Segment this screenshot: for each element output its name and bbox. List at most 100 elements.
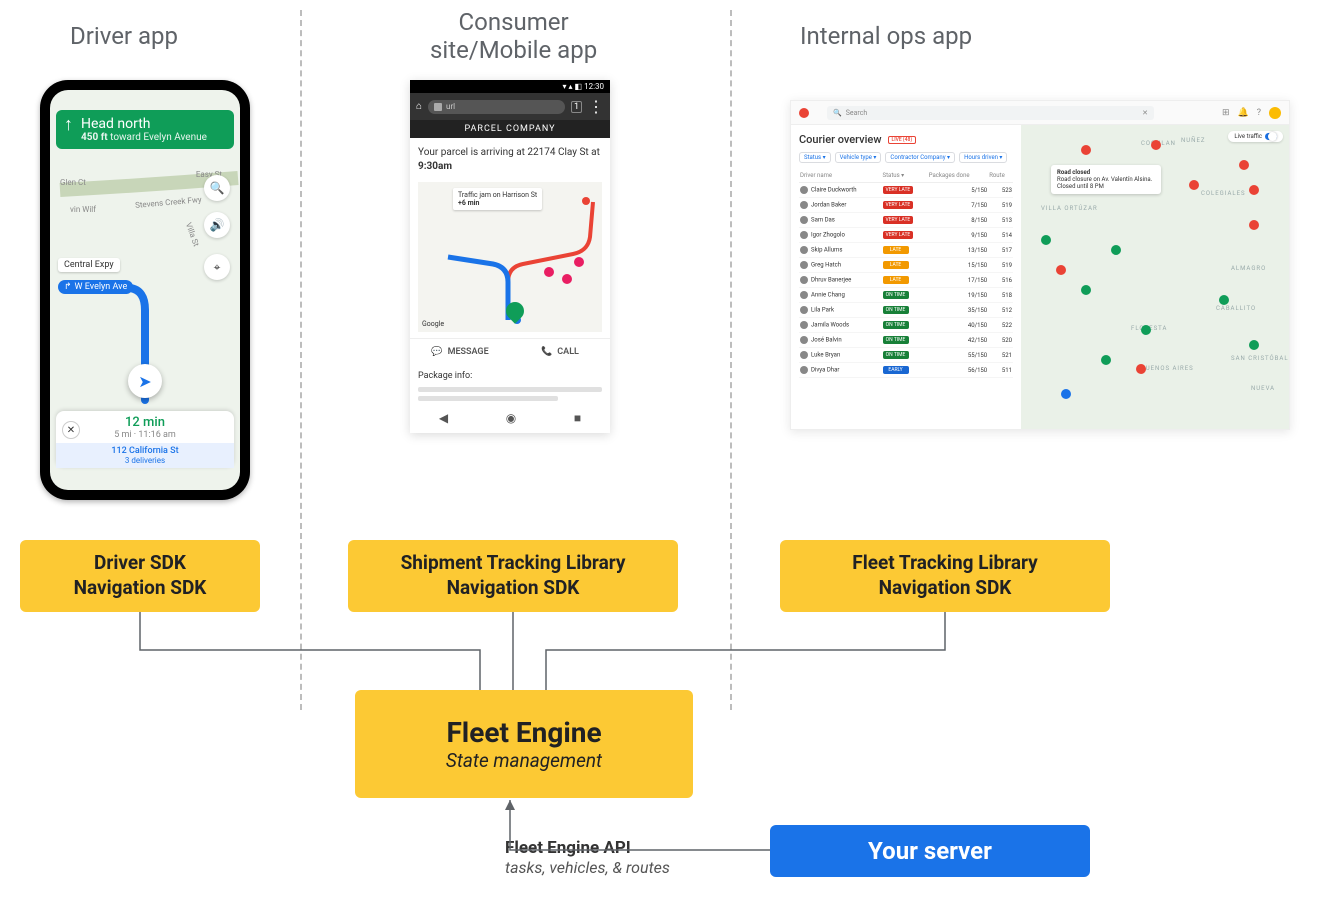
avatar bbox=[800, 336, 808, 344]
avatar bbox=[800, 201, 808, 209]
divider-1 bbox=[300, 10, 302, 710]
status-bar: ▾ ▴ ◧ 12:30 bbox=[410, 80, 610, 93]
ops-dashboard: 🔍Search✕ ⊞ 🔔 ? Courier overviewLIVE (48)… bbox=[790, 100, 1290, 430]
home-icon[interactable]: ⌂ bbox=[416, 101, 422, 112]
route-chip-text: W Evelyn Ave bbox=[75, 282, 128, 292]
map-pin bbox=[1056, 265, 1066, 275]
parcel-msg-time: 9:30am bbox=[418, 160, 602, 174]
filter-pill[interactable]: Vehicle type ▾ bbox=[835, 152, 882, 163]
volume-icon[interactable]: 🔊 bbox=[204, 212, 230, 238]
parcel-message: Your parcel is arriving at 22174 Clay St… bbox=[410, 138, 610, 182]
android-nav: ◀ ◉ ■ bbox=[410, 405, 610, 433]
call-button[interactable]: 📞CALL bbox=[510, 339, 610, 365]
back-icon[interactable]: ◀ bbox=[439, 411, 448, 425]
pink-marker bbox=[574, 257, 584, 267]
central-expy-chip: Central Expy bbox=[58, 258, 120, 272]
fleet-engine-api-label: Fleet Engine API tasks, vehicles, & rout… bbox=[505, 838, 670, 877]
area-label: CABALLITO bbox=[1216, 305, 1256, 312]
street-label: Glen Ct bbox=[60, 178, 86, 187]
filter-pill[interactable]: Contractor Company ▾ bbox=[885, 152, 955, 163]
avatar[interactable] bbox=[1269, 107, 1281, 119]
table-row[interactable]: Sam DasVERY LATE8/150513 bbox=[799, 213, 1013, 228]
table-row[interactable]: Skip AllumsLATE13/150517 bbox=[799, 243, 1013, 258]
avatar bbox=[800, 366, 808, 374]
table-row[interactable]: Dhruv BanerjeeLATE17/150516 bbox=[799, 273, 1013, 288]
driver-sdk-line2: Navigation SDK bbox=[74, 576, 207, 601]
table-header[interactable]: Status ▾ bbox=[882, 169, 928, 183]
home-circle-icon[interactable]: ◉ bbox=[506, 411, 516, 425]
fleet-lib-line2: Navigation SDK bbox=[879, 576, 1012, 601]
eta-card: ✕ 12 min 5 mi · 11:16 am 112 California … bbox=[56, 411, 234, 468]
table-header[interactable]: Route bbox=[988, 169, 1013, 183]
map-pin bbox=[1061, 389, 1071, 399]
turn-icon: ↱ bbox=[64, 282, 72, 292]
close-icon[interactable]: ✕ bbox=[62, 421, 80, 439]
status-badge: ON TIME bbox=[883, 291, 909, 299]
toggle-icon bbox=[1265, 133, 1277, 140]
search-icon[interactable]: 🔍 bbox=[204, 175, 230, 201]
table-row[interactable]: Annie ChangON TIME19/150518 bbox=[799, 288, 1013, 303]
table-row[interactable]: Greg HatchLATE15/150519 bbox=[799, 258, 1013, 273]
nav-banner: ↑ Head north 450 ft toward Evelyn Avenue bbox=[56, 110, 234, 149]
table-header[interactable]: Driver name bbox=[799, 169, 882, 183]
ops-search[interactable]: 🔍Search✕ bbox=[827, 106, 1154, 120]
table-row[interactable]: Jamila WoodsON TIME40/150522 bbox=[799, 318, 1013, 333]
road-closed-card: Road closedRoad closure on Av. Valentín … bbox=[1051, 165, 1161, 194]
driver-phone: ↑ Head north 450 ft toward Evelyn Avenue… bbox=[40, 80, 250, 500]
help-icon[interactable]: ? bbox=[1257, 108, 1261, 118]
ops-topbar: 🔍Search✕ ⊞ 🔔 ? bbox=[791, 101, 1289, 125]
phone-icon: 📞 bbox=[541, 347, 552, 357]
url-bar[interactable]: url bbox=[428, 100, 565, 114]
map-pin bbox=[1041, 235, 1051, 245]
your-server-label: Your server bbox=[868, 837, 992, 865]
filter-pill[interactable]: Hours driven ▾ bbox=[959, 152, 1007, 163]
table-row[interactable]: Igor ZhogoloVERY LATE9/150514 bbox=[799, 228, 1013, 243]
table-header[interactable]: Packages done bbox=[928, 169, 988, 183]
bell-icon[interactable]: 🔔 bbox=[1238, 108, 1249, 118]
table-row[interactable]: Claire DuckworthVERY LATE5/150523 bbox=[799, 183, 1013, 198]
ops-title: Courier overviewLIVE (48) bbox=[799, 133, 1013, 146]
status-badge: ON TIME bbox=[883, 321, 909, 329]
brand-dot bbox=[799, 108, 809, 118]
live-traffic-toggle[interactable]: Live traffic bbox=[1228, 131, 1283, 142]
apps-icon[interactable]: ⊞ bbox=[1222, 108, 1230, 118]
title-consumer: Consumer site/Mobile app bbox=[430, 8, 597, 64]
status-badge: LATE bbox=[883, 276, 909, 284]
table-row[interactable]: Divya DharEARLY56/150511 bbox=[799, 363, 1013, 378]
nav-direction: Head north bbox=[81, 116, 207, 132]
status-badge: ON TIME bbox=[883, 351, 909, 359]
avatar bbox=[800, 351, 808, 359]
map-pin bbox=[1111, 245, 1121, 255]
map-pin bbox=[1136, 364, 1146, 374]
map-pin bbox=[1189, 180, 1199, 190]
recents-icon[interactable]: ■ bbox=[574, 411, 581, 425]
table-row[interactable]: Luke BryanON TIME55/150521 bbox=[799, 348, 1013, 363]
status-badge: VERY LATE bbox=[883, 186, 914, 194]
tabs-icon[interactable]: 1 bbox=[571, 101, 582, 113]
fleet-engine-title: Fleet Engine bbox=[446, 716, 601, 749]
avatar bbox=[800, 306, 808, 314]
api-title: Fleet Engine API bbox=[505, 838, 670, 858]
compass-icon[interactable]: ⌖ bbox=[204, 254, 230, 280]
message-label: MESSAGE bbox=[448, 347, 489, 357]
live-traffic-label: Live traffic bbox=[1234, 133, 1262, 140]
message-button[interactable]: 💬MESSAGE bbox=[410, 339, 510, 365]
route-chip: ↱W Evelyn Ave bbox=[58, 280, 133, 294]
map-pin bbox=[1239, 160, 1249, 170]
live-badge: LIVE (48) bbox=[888, 136, 917, 144]
api-subtitle: tasks, vehicles, & routes bbox=[505, 858, 670, 877]
lock-icon bbox=[434, 103, 442, 111]
map-pin bbox=[1249, 185, 1259, 195]
filter-pill[interactable]: Status ▾ bbox=[799, 152, 831, 163]
status-badge: LATE bbox=[883, 261, 909, 269]
menu-icon[interactable]: ⋮ bbox=[588, 97, 604, 116]
avatar bbox=[800, 321, 808, 329]
status-badge: VERY LATE bbox=[883, 201, 914, 209]
table-row[interactable]: José BalvinON TIME42/150520 bbox=[799, 333, 1013, 348]
google-logo: Google bbox=[422, 320, 444, 328]
table-row[interactable]: Jordan BakerVERY LATE7/150519 bbox=[799, 198, 1013, 213]
fleet-engine-box: Fleet Engine State management bbox=[355, 690, 693, 798]
table-row[interactable]: Lila ParkON TIME35/150512 bbox=[799, 303, 1013, 318]
clear-icon[interactable]: ✕ bbox=[1142, 109, 1148, 117]
pink-marker bbox=[544, 267, 554, 277]
